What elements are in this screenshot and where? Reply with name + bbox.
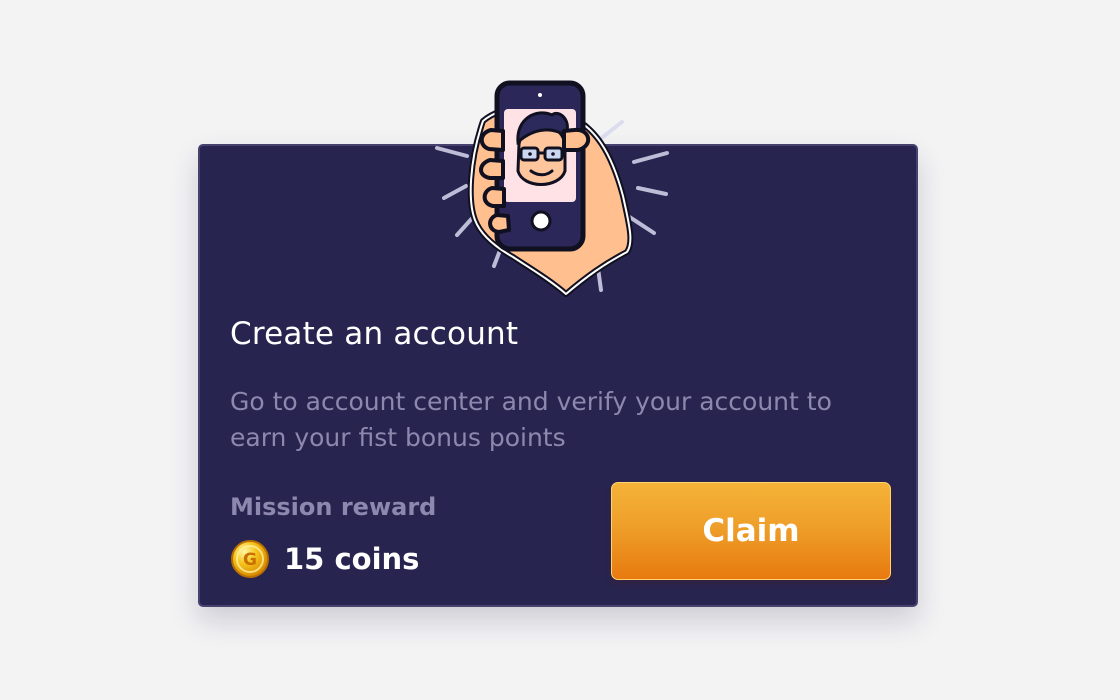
coin-symbol: G xyxy=(243,550,257,570)
gold-coin-icon: G xyxy=(231,540,269,578)
claim-button[interactable]: Claim xyxy=(611,482,891,580)
thumb-shape xyxy=(479,128,505,152)
mission-description: Go to account center and verify your acc… xyxy=(230,387,832,452)
selfie-face xyxy=(516,111,569,186)
finger-three xyxy=(488,213,511,234)
finger-one xyxy=(479,158,505,180)
mission-reward-label: Mission reward xyxy=(230,493,437,521)
hand-holding-phone-selfie-icon xyxy=(435,80,669,297)
finger-four xyxy=(562,127,590,152)
mission-reward-value: 15 coins xyxy=(284,542,420,576)
mission-reward-row: G 15 coins xyxy=(230,538,419,580)
mission-title: Create an account xyxy=(230,316,519,352)
finger-two xyxy=(482,186,506,208)
phone-home-button xyxy=(530,210,552,232)
page-background: Create an account Go to account center a… xyxy=(0,0,1120,700)
